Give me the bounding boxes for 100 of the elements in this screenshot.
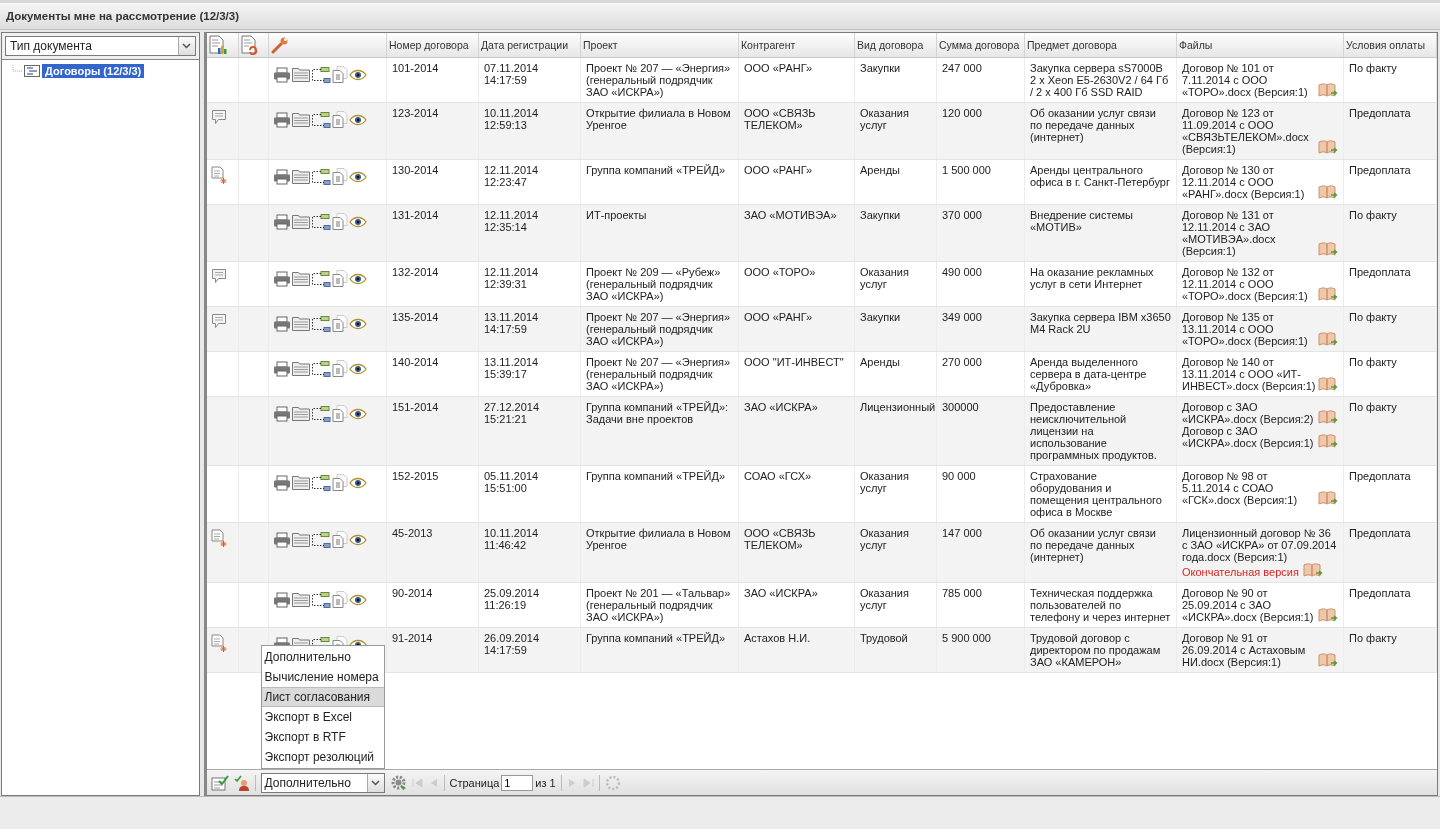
- printer-icon[interactable]: [273, 315, 291, 332]
- new-document-icon[interactable]: [210, 166, 227, 185]
- comment-icon[interactable]: [210, 268, 227, 285]
- card-icon[interactable]: [292, 271, 311, 286]
- table-cell: 147 000: [942, 527, 982, 539]
- page-number-input[interactable]: 1: [501, 774, 534, 791]
- eye-icon[interactable]: [349, 533, 368, 546]
- eye-icon[interactable]: [349, 317, 368, 330]
- eye-icon[interactable]: [349, 476, 368, 489]
- file-link[interactable]: Договор № 130 от 12.11.2014 с ООО «РАНГ».docx (Версия:1): [1182, 164, 1318, 200]
- file-link[interactable]: Договор № 101 от 7.11.2014 с ООО «ТОРО».docx (Версия:1): [1182, 62, 1318, 98]
- printer-icon[interactable]: [273, 591, 291, 608]
- file-link[interactable]: Договор № 98 от 5.11.2014 с СОАО «ГСК».docx (Версия:1): [1182, 470, 1318, 506]
- menu-item[interactable]: Экспорт резолюций: [261, 747, 384, 767]
- open-book-icon[interactable]: [1318, 434, 1338, 449]
- comment-icon[interactable]: [210, 109, 227, 126]
- eye-icon[interactable]: [349, 593, 368, 606]
- checklist-icon[interactable]: [210, 774, 229, 791]
- table-cell-text: 12:23:47: [484, 176, 528, 188]
- card-icon[interactable]: [292, 112, 311, 127]
- table-cell-text: 12.11.2014: [484, 209, 540, 221]
- menu-item[interactable]: Вычисление номера: [261, 667, 384, 687]
- card-icon[interactable]: [292, 67, 311, 82]
- open-book-icon[interactable]: [1318, 242, 1338, 257]
- card-icon[interactable]: [292, 169, 311, 184]
- hierarchy-icon[interactable]: [311, 360, 332, 377]
- table-cell: ООО «РАНГ»: [744, 311, 813, 323]
- open-book-icon[interactable]: [1318, 332, 1338, 347]
- table-cell: Техническая поддержка пользователей по телефону и через интернет: [1030, 587, 1171, 623]
- hierarchy-icon[interactable]: [311, 315, 332, 332]
- printer-icon[interactable]: [273, 474, 291, 491]
- eye-icon[interactable]: [349, 272, 368, 285]
- column-header[interactable]: Файлы: [1179, 39, 1213, 51]
- hierarchy-icon[interactable]: [311, 591, 332, 608]
- file-link[interactable]: Договор с ЗАО «ИСКРА».docx (Версия:2): [1182, 401, 1318, 425]
- hierarchy-icon[interactable]: [311, 270, 332, 287]
- document-refresh-icon[interactable]: [241, 35, 259, 55]
- hierarchy-icon[interactable]: [311, 66, 332, 83]
- card-icon[interactable]: [292, 361, 311, 376]
- file-link[interactable]: Договор с ЗАО «ИСКРА».docx (Версия:1): [1182, 425, 1318, 449]
- menu-item[interactable]: Экспорт в RTF: [261, 727, 384, 747]
- new-document-icon[interactable]: [210, 634, 227, 653]
- new-document-icon[interactable]: [210, 529, 227, 548]
- document-chart-icon[interactable]: [208, 35, 227, 55]
- open-book-icon[interactable]: [1318, 185, 1338, 200]
- wrench-icon[interactable]: [271, 36, 289, 54]
- column-header[interactable]: Проект: [583, 39, 618, 51]
- open-book-icon[interactable]: [1318, 491, 1338, 506]
- printer-icon[interactable]: [273, 111, 291, 128]
- printer-icon[interactable]: [273, 360, 291, 377]
- open-book-icon[interactable]: [1318, 287, 1338, 302]
- tree-item[interactable]: Договоры (12/3/3): [42, 64, 145, 78]
- card-icon[interactable]: [292, 406, 311, 421]
- user-check-icon[interactable]: [233, 774, 250, 791]
- open-book-icon[interactable]: [1318, 140, 1338, 155]
- eye-icon[interactable]: [349, 215, 368, 228]
- open-book-icon[interactable]: [1318, 653, 1338, 668]
- hierarchy-icon[interactable]: [311, 213, 332, 230]
- eye-icon[interactable]: [349, 170, 368, 183]
- file-link[interactable]: Лицензионный договор № 36 с ЗАО «ИСКРА» от 07.09.2014 года.docx (Версия:1): [1182, 527, 1338, 563]
- file-link[interactable]: Договор № 90 от 25.09.2014 с ЗАО «ИСКРА».docx (Версия:1): [1182, 587, 1318, 623]
- menu-item[interactable]: Дополнительно: [261, 647, 384, 667]
- table-cell: 90-2014: [392, 587, 433, 599]
- card-icon[interactable]: [292, 214, 311, 229]
- eye-icon[interactable]: [349, 68, 368, 81]
- table-cell: Аренда выделенного сервера в дата-центре «Дубровка»: [1030, 356, 1147, 392]
- open-book-icon[interactable]: [1318, 83, 1338, 98]
- comment-icon[interactable]: [210, 313, 227, 330]
- settings-icon[interactable]: [389, 774, 407, 791]
- card-icon[interactable]: [292, 316, 311, 331]
- card-icon[interactable]: [292, 475, 311, 490]
- printer-icon[interactable]: [273, 270, 291, 287]
- eye-icon[interactable]: [349, 113, 368, 126]
- hierarchy-icon[interactable]: [311, 168, 332, 185]
- table-cell: ООО «РАНГ»: [744, 164, 813, 176]
- menu-item[interactable]: Экспорт в Excel: [261, 707, 384, 727]
- open-book-icon[interactable]: [1318, 377, 1338, 392]
- menu-item[interactable]: Лист согласования: [261, 687, 384, 707]
- open-book-icon[interactable]: [1302, 563, 1323, 578]
- file-link[interactable]: Договор № 132 от 12.11.2014 с ООО «ТОРО».docx (Версия:1): [1182, 266, 1318, 302]
- table-cell: Страхование оборудования и помещения центрального офиса в Москве: [1030, 470, 1162, 518]
- open-book-icon[interactable]: [1318, 608, 1338, 623]
- hierarchy-icon[interactable]: [311, 531, 332, 548]
- printer-icon[interactable]: [273, 213, 291, 230]
- printer-icon[interactable]: [273, 168, 291, 185]
- table-cell: Предоплата: [1349, 527, 1411, 539]
- printer-icon[interactable]: [273, 531, 291, 548]
- card-icon[interactable]: [292, 532, 311, 547]
- document-type-dropdown[interactable]: Тип документа: [5, 36, 196, 56]
- actions-dropdown[interactable]: Дополнительно: [260, 772, 385, 793]
- hierarchy-icon[interactable]: [311, 405, 332, 422]
- printer-icon[interactable]: [273, 66, 291, 83]
- open-book-icon[interactable]: [1318, 410, 1338, 425]
- eye-icon[interactable]: [349, 407, 368, 420]
- hierarchy-icon[interactable]: [311, 474, 332, 491]
- card-icon[interactable]: [292, 592, 311, 607]
- eye-icon[interactable]: [349, 362, 368, 375]
- hierarchy-icon[interactable]: [311, 111, 332, 128]
- printer-icon[interactable]: [273, 405, 291, 422]
- file-link[interactable]: Договор № 140 от 13.11.2014 с ООО «ИТ-ИНВЕСТ».docx (Версия:1): [1182, 356, 1318, 392]
